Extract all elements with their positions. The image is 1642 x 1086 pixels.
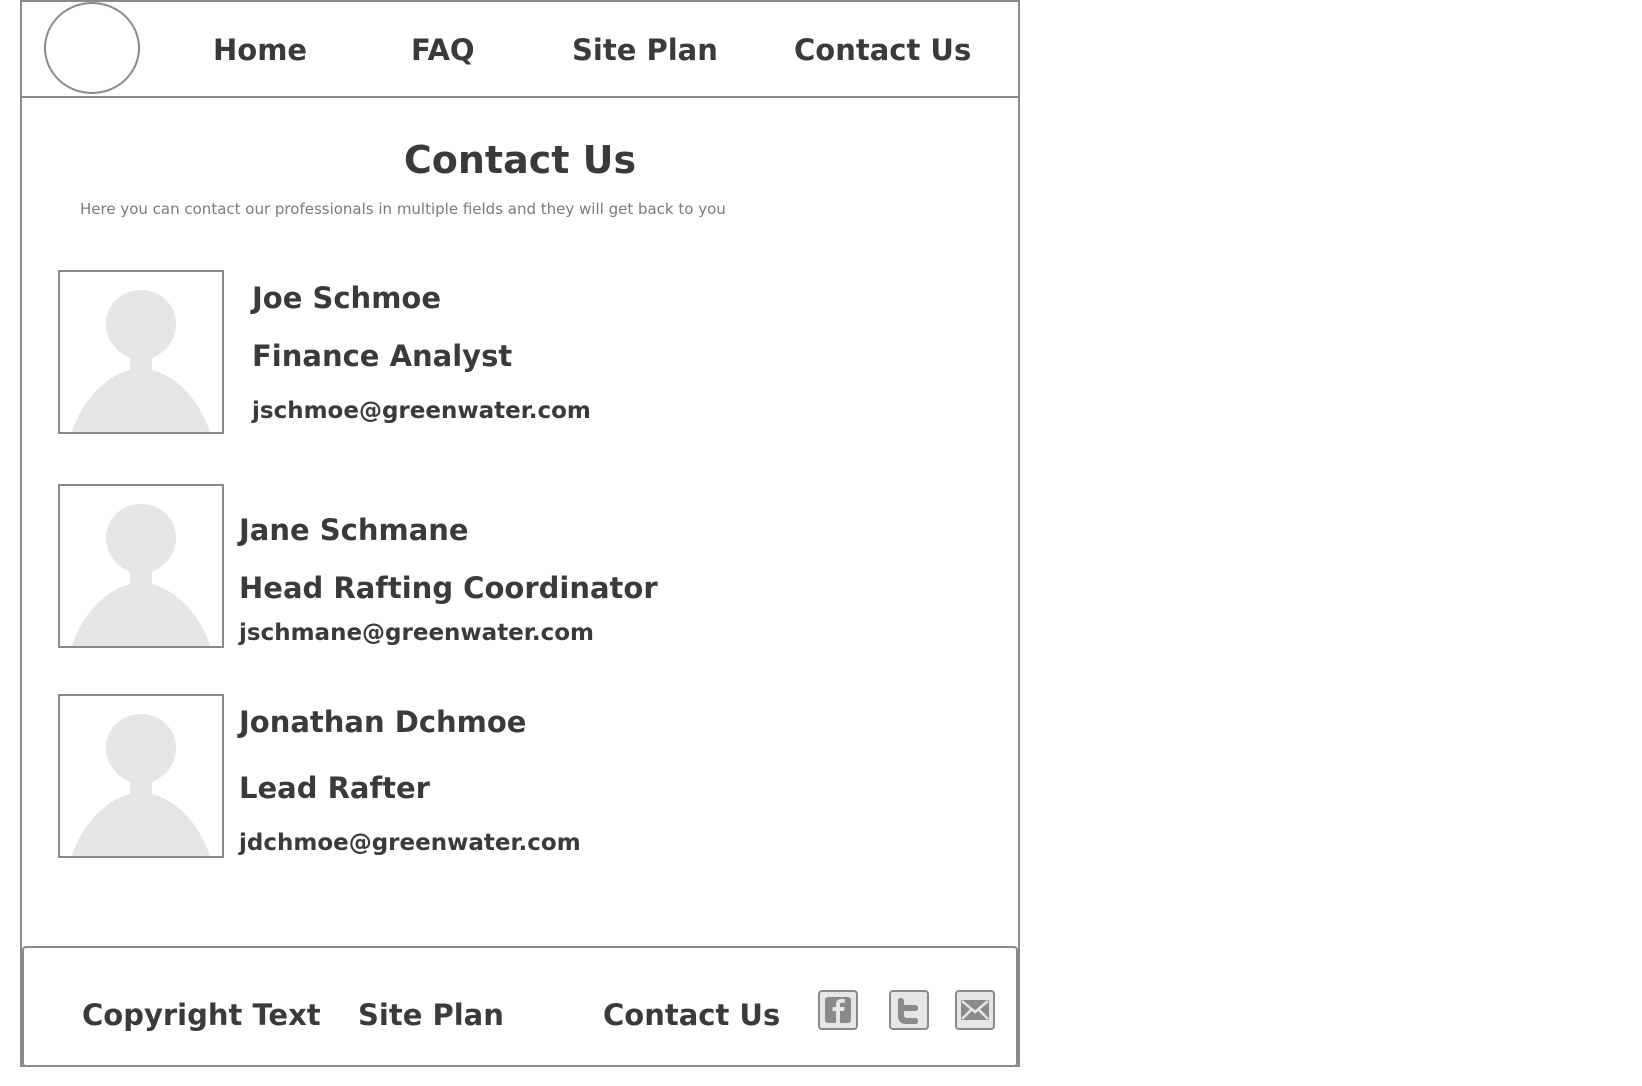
contact-role: Finance Analyst [252, 339, 513, 373]
footer: Copyright Text Site Plan Contact Us [22, 946, 1018, 1067]
person-silhouette-icon [72, 290, 210, 432]
avatar-placeholder [58, 270, 224, 434]
contact-name: Jonathan Dchmoe [239, 705, 527, 739]
person-silhouette-icon [72, 714, 210, 856]
header: Home FAQ Site Plan Contact Us [22, 2, 1018, 98]
contact-role: Lead Rafter [239, 771, 430, 805]
facebook-icon[interactable] [818, 990, 858, 1030]
contact-name: Jane Schmane [239, 513, 469, 547]
mail-icon[interactable] [955, 990, 995, 1030]
contact-email-link[interactable]: jschmoe@greenwater.com [252, 400, 591, 423]
contact-email-link[interactable]: jschmane@greenwater.com [239, 622, 594, 645]
nav-site-plan-link[interactable]: Site Plan [572, 36, 718, 65]
footer-copyright: Copyright Text [82, 998, 321, 1032]
page-subtitle: Here you can contact our professionals i… [80, 200, 726, 218]
footer-contact-us-link[interactable]: Contact Us [603, 1001, 780, 1030]
page-frame: Home FAQ Site Plan Contact Us Contact Us… [20, 0, 1020, 1067]
avatar-placeholder [58, 484, 224, 648]
logo-placeholder[interactable] [44, 2, 140, 94]
contact-email-link[interactable]: jdchmoe@greenwater.com [239, 832, 581, 855]
page-title: Contact Us [403, 138, 637, 182]
nav-home-link[interactable]: Home [213, 36, 307, 65]
contact-role: Head Rafting Coordinator [239, 571, 658, 605]
nav-faq-link[interactable]: FAQ [411, 36, 475, 65]
footer-site-plan-link[interactable]: Site Plan [358, 1001, 504, 1030]
contact-name: Joe Schmoe [252, 281, 442, 315]
avatar-placeholder [58, 694, 224, 858]
person-silhouette-icon [72, 504, 210, 646]
twitter-icon[interactable] [889, 990, 929, 1030]
nav-contact-us-link[interactable]: Contact Us [794, 36, 971, 65]
